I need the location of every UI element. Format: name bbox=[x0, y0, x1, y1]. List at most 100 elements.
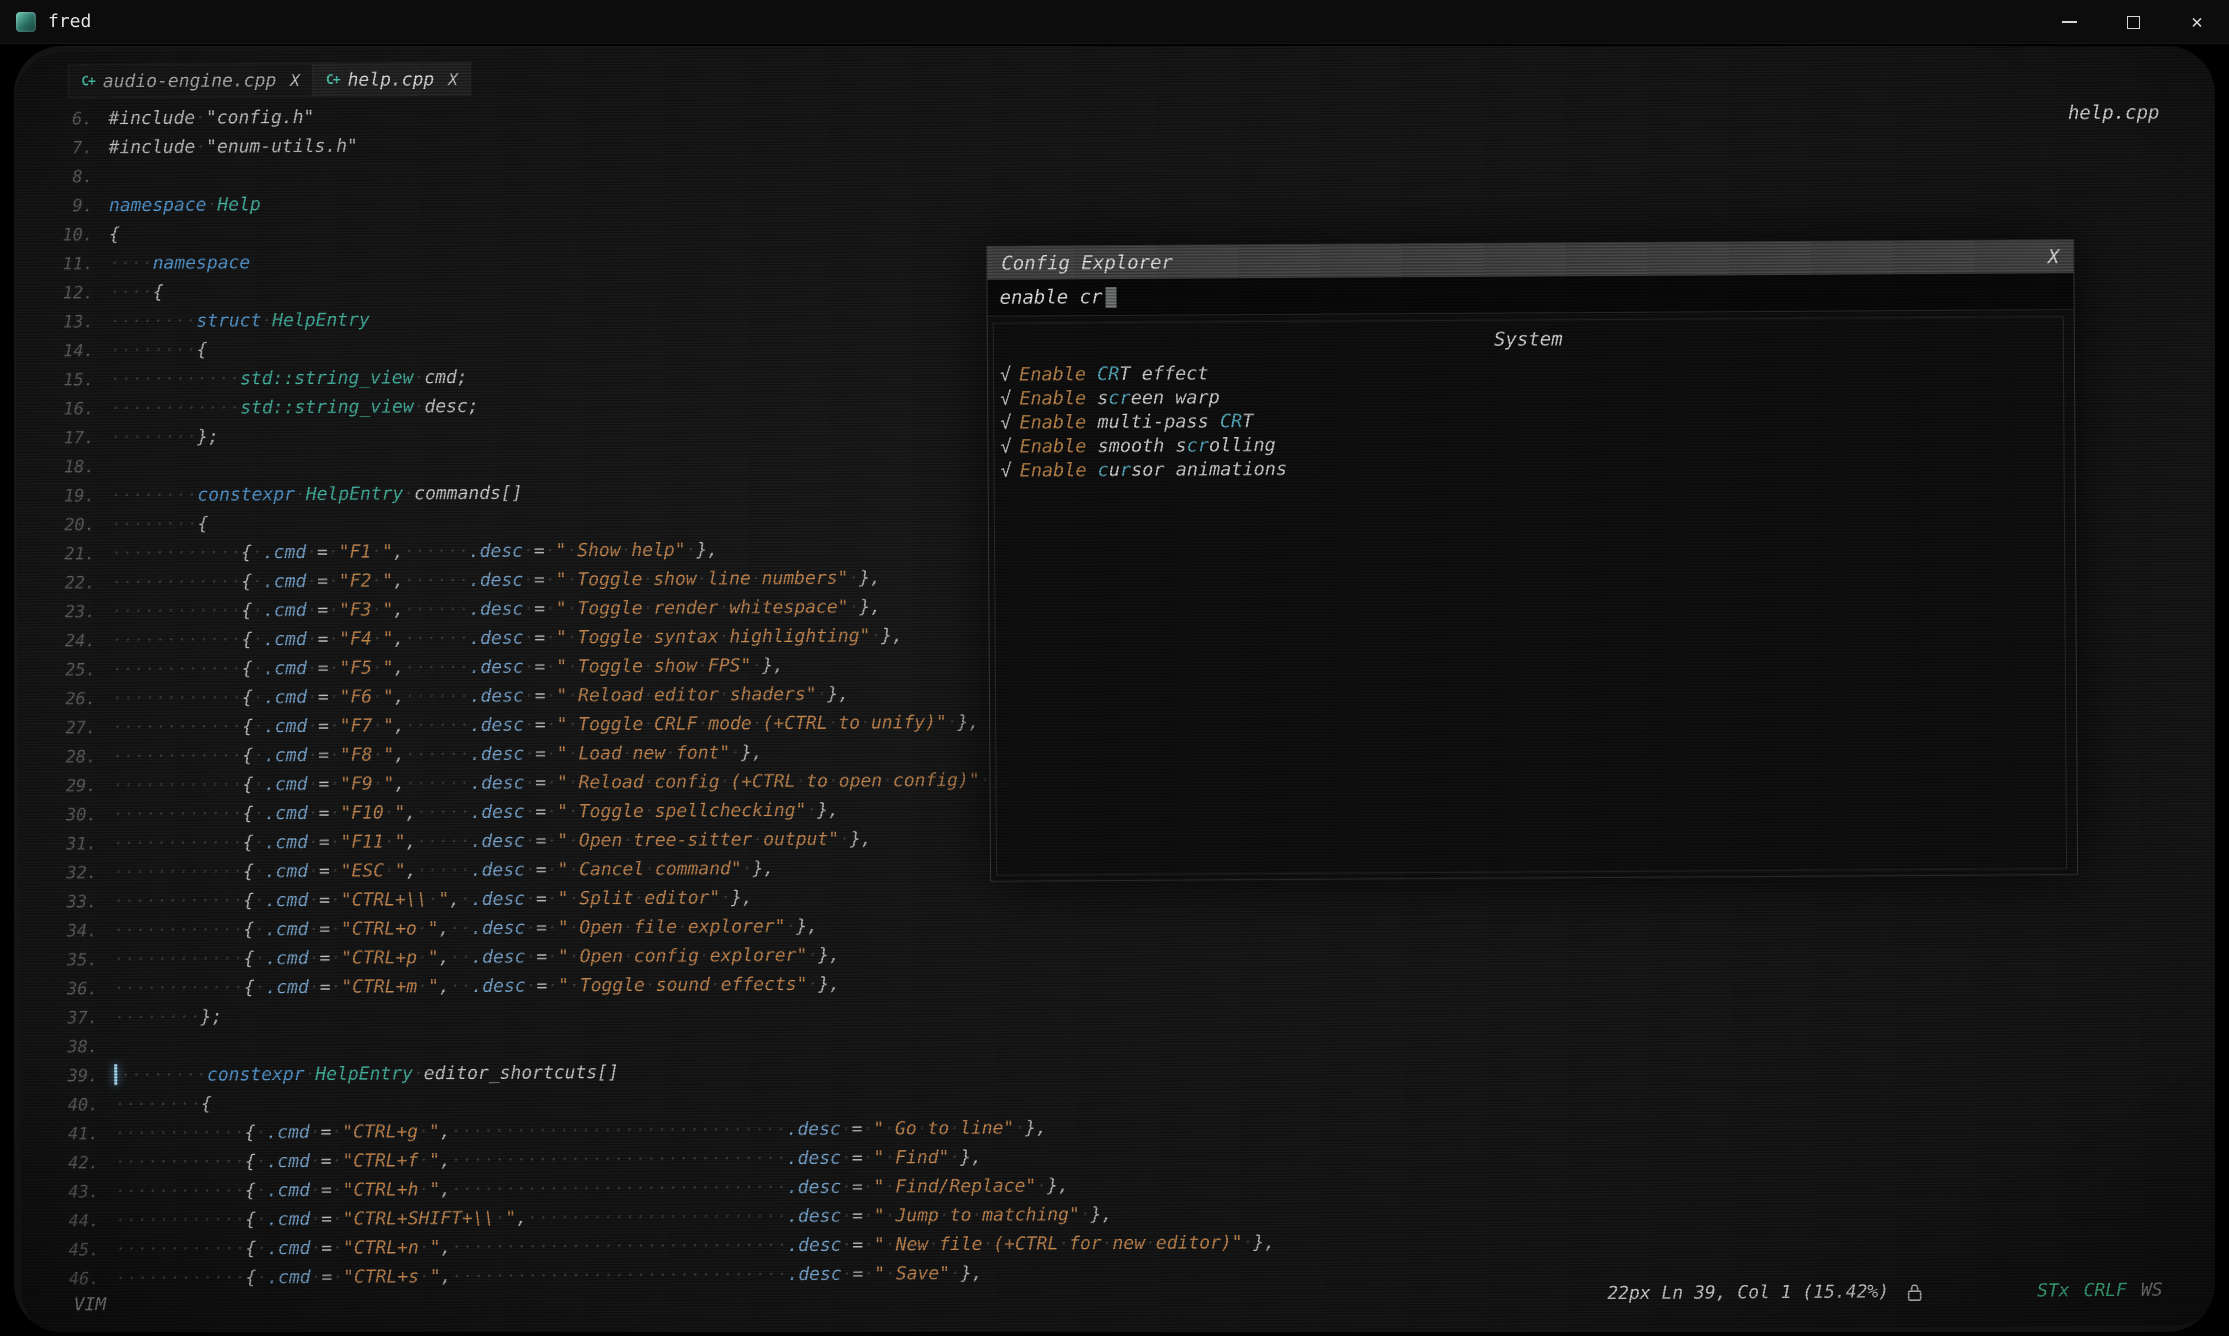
whitespace-dot: · bbox=[545, 540, 556, 561]
close-icon: ✕ bbox=[2191, 13, 2202, 32]
code-token: "CTRL+p·" bbox=[341, 947, 439, 969]
code-line-text: ············{·.cmd·=·"F9·",······.desc·=… bbox=[112, 770, 1012, 796]
code-token: .cmd bbox=[264, 803, 307, 824]
tab-close-icon[interactable]: X bbox=[290, 70, 300, 89]
code-token: .cmd bbox=[265, 948, 308, 969]
code-token: · bbox=[332, 1238, 343, 1259]
code-token: = bbox=[319, 832, 330, 853]
whitespace-dot: · bbox=[1080, 1204, 1091, 1225]
code-token: .cmd bbox=[267, 1238, 310, 1259]
code-token: · bbox=[863, 1147, 874, 1168]
whitespace-dot: ····· bbox=[416, 802, 470, 823]
whitespace-dot: · bbox=[795, 771, 806, 792]
code-token: .desc bbox=[787, 1206, 841, 1227]
whitespace-dot: · bbox=[306, 571, 317, 592]
whitespace-dot: · bbox=[332, 1267, 343, 1288]
config-explorer-close-icon[interactable]: X bbox=[2048, 246, 2060, 268]
config-option-text: een warp bbox=[1131, 387, 1220, 409]
code-token: = bbox=[317, 542, 328, 563]
whitespace-dot: · bbox=[863, 1205, 874, 1226]
code-token: .desc bbox=[470, 686, 524, 707]
checkbox-checked-icon: √ bbox=[1000, 389, 1011, 410]
whitespace-dot: · bbox=[310, 1238, 321, 1259]
code-token: std::string_view bbox=[240, 367, 414, 389]
code-token: · bbox=[329, 774, 340, 795]
code-token: · bbox=[332, 1267, 343, 1288]
code-line-text: ············{·.cmd·=·"F8·",······.desc·=… bbox=[112, 742, 763, 767]
code-token: ············ bbox=[115, 1180, 245, 1202]
code-token: .desc bbox=[787, 1264, 841, 1285]
whitespace-dot: · bbox=[256, 1180, 267, 1201]
code-token: · bbox=[414, 396, 425, 417]
code-token: ········ bbox=[120, 1065, 207, 1087]
code-token: "·Open·tree-sitter·output" bbox=[557, 829, 839, 852]
code-token: = bbox=[321, 1267, 332, 1288]
code-token: .cmd bbox=[263, 658, 306, 679]
whitespace-dot: · bbox=[332, 1238, 343, 1259]
code-token: · bbox=[523, 599, 534, 620]
whitespace-dot: · bbox=[310, 1151, 321, 1172]
code-token: ············ bbox=[112, 629, 242, 651]
whitespace-dot: · bbox=[785, 916, 796, 937]
line-number: 28. bbox=[44, 743, 96, 772]
editor-tab-help-cpp[interactable]: C+help.cppX bbox=[313, 62, 471, 97]
code-token: · bbox=[751, 655, 762, 676]
code-line-text: #include·"enum-utils.h" bbox=[109, 136, 358, 159]
checkbox-checked-icon: √ bbox=[1000, 365, 1011, 386]
code-line-text: ············{·.cmd·=·"ESC·",·····.desc·=… bbox=[113, 858, 774, 883]
whitespace-dot: · bbox=[720, 887, 731, 908]
code-token: · bbox=[524, 773, 535, 794]
app-icon bbox=[16, 12, 36, 32]
whitespace-dot: · bbox=[329, 774, 340, 795]
whitespace-dot: · bbox=[309, 948, 320, 969]
whitespace-dot: · bbox=[569, 946, 580, 967]
code-token: "F5·" bbox=[339, 657, 393, 678]
crt-screen: C+audio-engine.cppXC+help.cppX help.cpp … bbox=[14, 46, 2215, 1332]
code-token: , bbox=[516, 1208, 527, 1229]
close-button[interactable]: ✕ bbox=[2165, 0, 2229, 44]
whitespace-dot: · bbox=[841, 1206, 852, 1227]
code-token: · bbox=[330, 919, 341, 940]
code-token: · bbox=[546, 743, 557, 764]
code-token: · bbox=[307, 687, 318, 708]
code-token: { bbox=[241, 542, 252, 563]
whitespace-dot: ······························· bbox=[451, 1264, 787, 1287]
code-token: "·Toggle·spellchecking" bbox=[557, 800, 806, 823]
code-token: { bbox=[242, 774, 253, 795]
code-token: , bbox=[405, 831, 416, 852]
whitespace-dot: · bbox=[568, 772, 579, 793]
code-token: { bbox=[109, 224, 120, 245]
line-number: 33. bbox=[45, 888, 97, 917]
whitespace-dot: ············ bbox=[113, 832, 243, 854]
code-token: = bbox=[535, 714, 546, 735]
whitespace-dot: · bbox=[1014, 1118, 1025, 1139]
status-mode-label: VIM bbox=[74, 1294, 107, 1315]
config-option[interactable]: √Enable cursor animations bbox=[995, 453, 2064, 484]
code-token: · bbox=[524, 686, 535, 707]
code-token: = bbox=[852, 1177, 863, 1198]
code-token: ········ bbox=[110, 427, 197, 449]
code-token: ····· bbox=[416, 860, 470, 881]
whitespace-dot: ············ bbox=[114, 977, 244, 999]
code-token: { bbox=[242, 658, 253, 679]
tab-close-icon[interactable]: X bbox=[448, 70, 458, 89]
whitespace-dot: · bbox=[330, 948, 341, 969]
minimize-button[interactable] bbox=[2037, 0, 2101, 44]
maximize-button[interactable] bbox=[2101, 0, 2165, 44]
whitespace-dot: · bbox=[545, 627, 556, 648]
code-token: struct bbox=[196, 310, 261, 331]
editor-tab-audio-engine-cpp[interactable]: C+audio-engine.cppX bbox=[68, 63, 313, 98]
code-line-text: namespace·Help bbox=[109, 194, 261, 216]
code-token: }, bbox=[741, 742, 763, 763]
code-token: = bbox=[318, 774, 329, 795]
whitespace-dot: · bbox=[730, 742, 741, 763]
line-number: 25. bbox=[44, 656, 96, 685]
whitespace-dot: · bbox=[255, 1122, 266, 1143]
code-token: ···· bbox=[109, 253, 152, 274]
whitespace-dot: · bbox=[848, 597, 859, 618]
config-option-text: r bbox=[1120, 460, 1131, 481]
code-token: "ESC·" bbox=[341, 860, 406, 881]
whitespace-dot: · bbox=[917, 1118, 928, 1139]
config-search-input[interactable]: enable cr bbox=[987, 273, 2073, 317]
code-line-text: ············{·.cmd·=·"F7·",······.desc·=… bbox=[112, 712, 979, 738]
